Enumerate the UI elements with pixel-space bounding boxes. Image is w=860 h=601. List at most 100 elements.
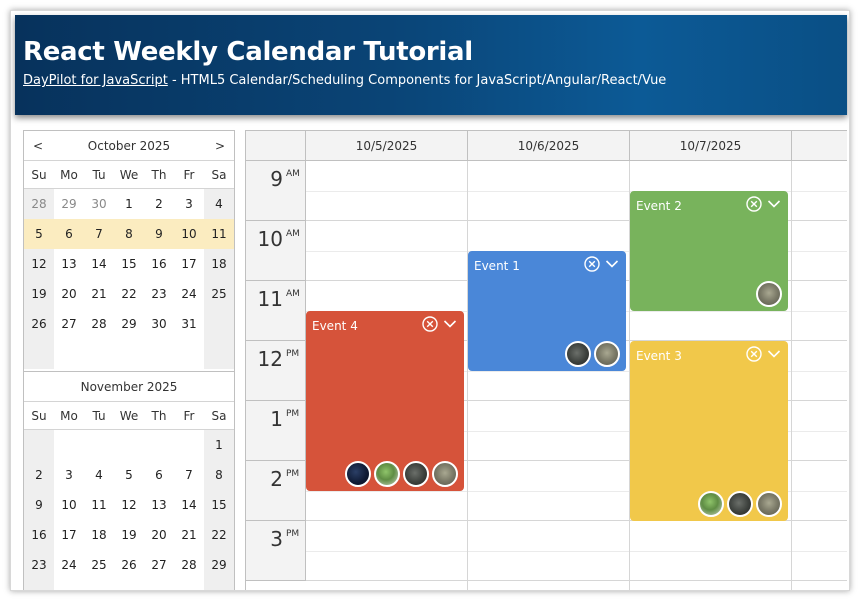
navigator-day[interactable]: 4	[84, 460, 114, 490]
navigator-day[interactable]: 30	[144, 309, 174, 339]
navigator-day[interactable]: 7	[84, 219, 114, 249]
hour-number: 3	[270, 527, 283, 551]
navigator-day[interactable]: 10	[54, 490, 84, 520]
navigator-day[interactable]: 27	[144, 550, 174, 580]
delete-icon[interactable]	[746, 346, 762, 362]
navigator-day[interactable]: 26	[114, 550, 144, 580]
navigator-day[interactable]: 29	[54, 189, 84, 219]
daypilot-link[interactable]: DayPilot for JavaScript	[23, 73, 168, 88]
navigator-day[interactable]: 9	[144, 219, 174, 249]
navigator-day[interactable]: 5	[24, 219, 54, 249]
day-name: We	[119, 168, 139, 182]
navigator-day[interactable]: 12	[114, 490, 144, 520]
participant-avatar	[345, 461, 371, 487]
prev-month-button[interactable]: <	[26, 131, 50, 161]
navigator-day[interactable]: 14	[174, 490, 204, 520]
navigator-day[interactable]: 9	[24, 490, 54, 520]
navigator-day[interactable]: 26	[24, 309, 54, 339]
navigator-day[interactable]: 12	[24, 249, 54, 279]
navigator-day[interactable]: 8	[204, 460, 234, 490]
navigator-day[interactable]: 24	[174, 279, 204, 309]
navigator-day[interactable]: 19	[24, 279, 54, 309]
hour-row-header: 10 AM	[246, 221, 306, 281]
chevron-down-icon[interactable]	[766, 346, 782, 362]
column-header-date: 10/5/2025	[306, 131, 468, 161]
navigator-day[interactable]: 17	[174, 249, 204, 279]
day-name: Mo	[60, 409, 78, 423]
navigator-month: November 2025 Su Mo Tu We Th Fr Sa 1 2 3 4 5 6 7 8 9 10 11…	[24, 371, 234, 590]
delete-icon[interactable]	[746, 196, 762, 212]
day-name: Su	[31, 409, 47, 423]
hour-ampm: PM	[286, 469, 300, 479]
hour-row-header: 11 AM	[246, 281, 306, 341]
day-of-week-header: Su Mo Tu We Th Fr Sa	[24, 161, 234, 189]
delete-icon[interactable]	[584, 256, 600, 272]
calendar-event[interactable]: Event 2	[630, 191, 788, 311]
navigator-day[interactable]: 1	[114, 189, 144, 219]
hour-number: 10	[257, 227, 283, 251]
navigator-day[interactable]: 19	[114, 520, 144, 550]
hour-number: 1	[270, 407, 283, 431]
event-title: Event 3	[636, 349, 682, 363]
calendar-event[interactable]: Event 1	[468, 251, 626, 371]
page-title: React Weekly Calendar Tutorial	[23, 37, 473, 67]
navigator-day[interactable]: 2	[144, 189, 174, 219]
navigator-day[interactable]: 29	[204, 550, 234, 580]
navigator-day[interactable]: 3	[54, 460, 84, 490]
navigator-day[interactable]: 4	[204, 189, 234, 219]
next-month-button[interactable]: >	[208, 131, 232, 161]
navigator-day[interactable]: 8	[114, 219, 144, 249]
hour-row-header: 3 PM	[246, 521, 306, 581]
navigator-day[interactable]: 2	[24, 460, 54, 490]
navigator-day[interactable]: 14	[84, 249, 114, 279]
navigator-day[interactable]: 17	[54, 520, 84, 550]
navigator-day[interactable]: 16	[24, 520, 54, 550]
navigator-day[interactable]: 23	[144, 279, 174, 309]
delete-icon[interactable]	[422, 316, 438, 332]
navigator-day[interactable]: 25	[204, 279, 234, 309]
navigator-day[interactable]: 18	[204, 249, 234, 279]
navigator-day[interactable]: 25	[84, 550, 114, 580]
navigator-day[interactable]: 30	[84, 189, 114, 219]
navigator-day[interactable]: 6	[54, 219, 84, 249]
navigator-day[interactable]: 29	[114, 309, 144, 339]
navigator-day[interactable]: 27	[54, 309, 84, 339]
navigator-day[interactable]: 18	[84, 520, 114, 550]
hour-ampm: AM	[286, 169, 300, 179]
navigator-day[interactable]: 28	[84, 309, 114, 339]
calendar-event[interactable]: Event 3	[630, 341, 788, 521]
navigator-day[interactable]: 3	[174, 189, 204, 219]
navigator-day[interactable]: 23	[24, 550, 54, 580]
navigator-day[interactable]: 5	[114, 460, 144, 490]
navigator-month-title: < October 2025 >	[24, 131, 234, 161]
navigator-day[interactable]: 7	[174, 460, 204, 490]
navigator-day[interactable]: 21	[84, 279, 114, 309]
navigator-day[interactable]: 15	[114, 249, 144, 279]
event-title: Event 2	[636, 199, 682, 213]
navigator-day[interactable]: 28	[24, 189, 54, 219]
navigator-day[interactable]: 1	[204, 430, 234, 460]
hour-number: 11	[257, 287, 283, 311]
navigator-day[interactable]: 20	[144, 520, 174, 550]
subtitle-text: - HTML5 Calendar/Scheduling Components f…	[167, 73, 667, 88]
navigator-day[interactable]: 16	[144, 249, 174, 279]
navigator-day[interactable]: 6	[144, 460, 174, 490]
chevron-down-icon[interactable]	[766, 196, 782, 212]
navigator-day[interactable]: 22	[114, 279, 144, 309]
navigator-day[interactable]: 13	[144, 490, 174, 520]
navigator-day[interactable]: 21	[174, 520, 204, 550]
navigator-day[interactable]: 22	[204, 520, 234, 550]
calendar-event[interactable]: Event 4	[306, 311, 464, 491]
navigator-day[interactable]: 20	[54, 279, 84, 309]
chevron-down-icon[interactable]	[604, 256, 620, 272]
chevron-down-icon[interactable]	[442, 316, 458, 332]
navigator-day[interactable]: 31	[174, 309, 204, 339]
navigator-day[interactable]: 15	[204, 490, 234, 520]
navigator-day[interactable]: 11	[84, 490, 114, 520]
navigator-day[interactable]: 10	[174, 219, 204, 249]
navigator-day[interactable]: 28	[174, 550, 204, 580]
navigator-day[interactable]: 11	[204, 219, 234, 249]
navigator-day[interactable]: 13	[54, 249, 84, 279]
hour-row-header: 9 AM	[246, 161, 306, 221]
navigator-day[interactable]: 24	[54, 550, 84, 580]
